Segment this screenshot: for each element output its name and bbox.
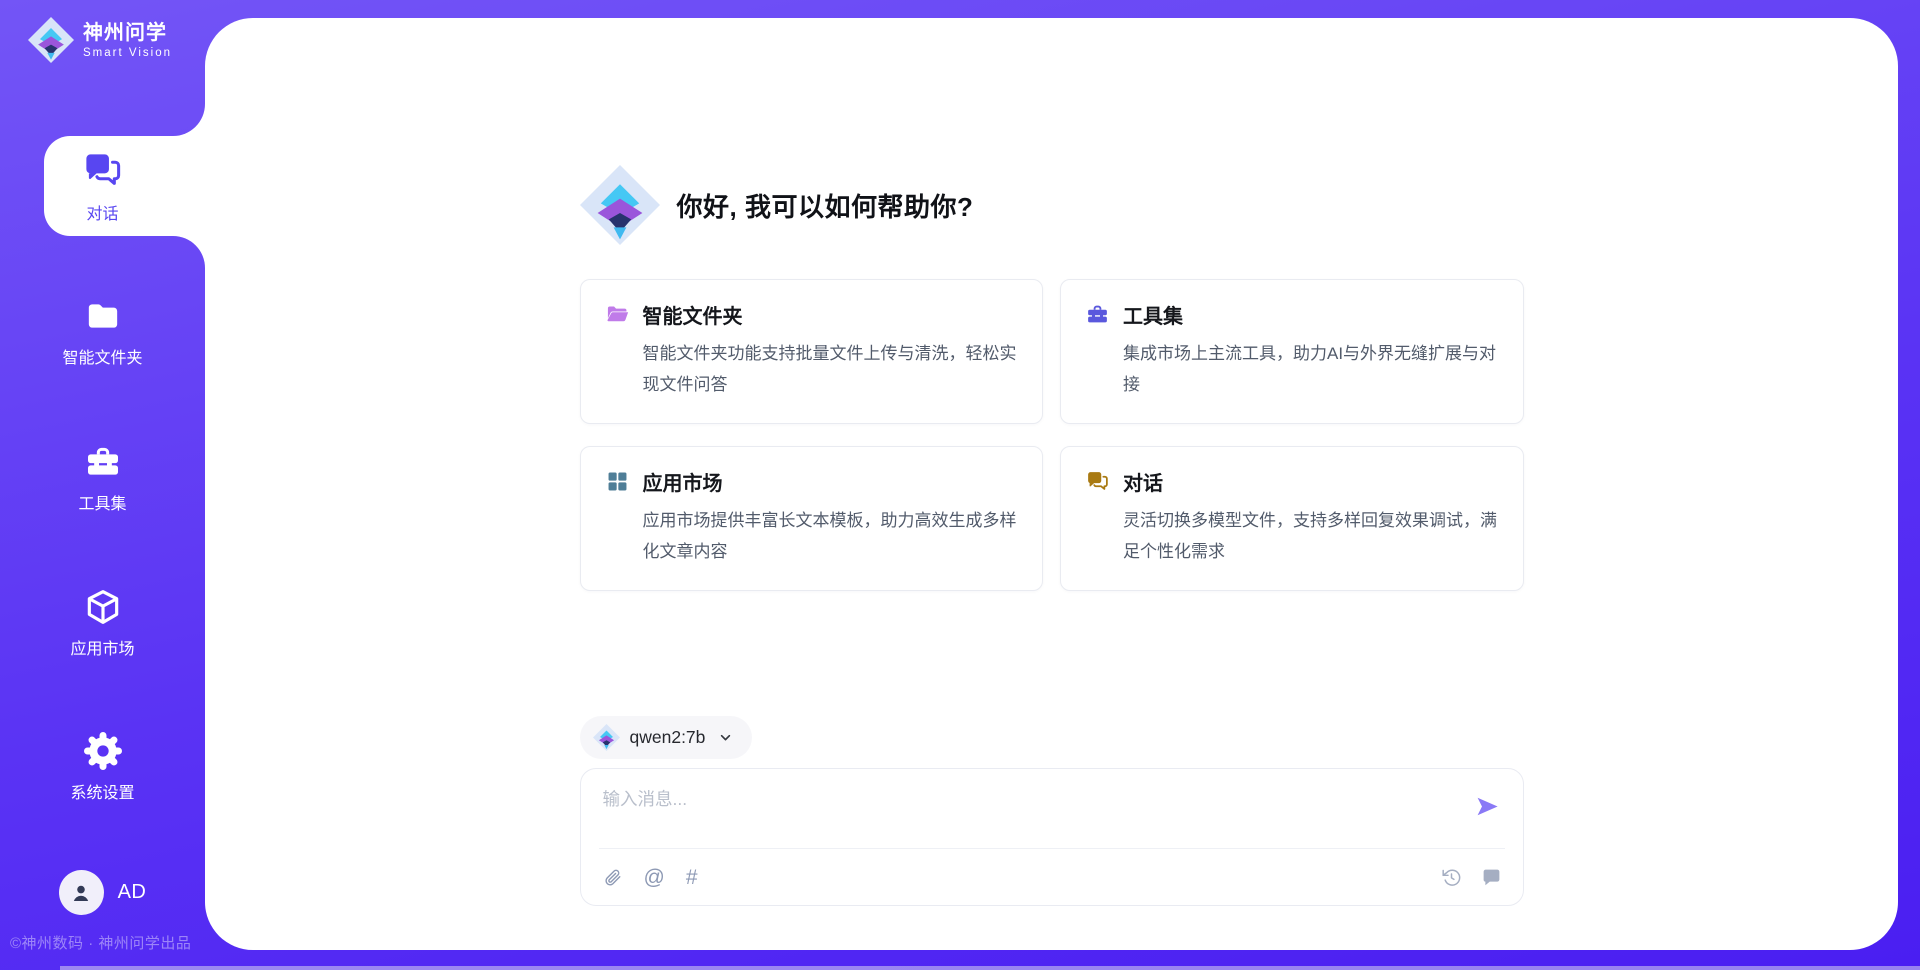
card-title: 智能文件夹: [643, 300, 743, 329]
card-toolset[interactable]: 工具集 集成市场上主流工具，助力AI与外界无缝扩展与对接: [1060, 279, 1524, 424]
card-app-market[interactable]: 应用市场 应用市场提供丰富长文本模板，助力高效生成多样化文章内容: [580, 446, 1044, 591]
card-chat[interactable]: 对话 灵活切换多模型文件，支持多样回复效果调试，满足个性化需求: [1060, 446, 1524, 591]
send-icon: [1474, 793, 1501, 820]
grid-icon: [605, 469, 630, 494]
model-selector[interactable]: qwen2:7b: [580, 716, 753, 759]
mention-icon[interactable]: @: [644, 867, 665, 888]
topic-icon[interactable]: #: [686, 867, 698, 888]
person-icon: [68, 880, 94, 906]
active-tab-background: [44, 136, 205, 236]
card-title: 工具集: [1123, 300, 1183, 329]
avatar: [59, 870, 104, 915]
brand-name: 神州问学: [83, 22, 172, 45]
sidebar-item-chat[interactable]: 对话: [0, 136, 205, 236]
cube-icon: [83, 587, 123, 627]
model-name: qwen2:7b: [630, 727, 706, 748]
sidebar-item-label: 应用市场: [70, 635, 134, 659]
history-icon[interactable]: [1441, 867, 1462, 888]
chevron-down-icon: [717, 729, 734, 746]
sidebar-item-smart-folder[interactable]: 智能文件夹: [0, 288, 205, 376]
card-description: 灵活切换多模型文件，支持多样回复效果调试，满足个性化需求: [1123, 505, 1499, 568]
chat-icon: [81, 149, 124, 192]
toolbox-icon: [1085, 302, 1110, 327]
feature-cards: 智能文件夹 智能文件夹功能支持批量文件上传与清洗，轻松实现文件问答 工具集 集成…: [580, 279, 1524, 591]
card-description: 集成市场上主流工具，助力AI与外界无缝扩展与对接: [1123, 338, 1499, 401]
brand: 神州问学 Smart Vision: [28, 16, 172, 64]
sidebar: 神州问学 Smart Vision 对话 智能文件夹 工具集 应用市场: [0, 0, 205, 970]
model-logo-icon: [593, 724, 620, 751]
tab-notch-top: [173, 104, 205, 136]
greeting: 你好, 我可以如何帮助你?: [580, 165, 974, 245]
card-smart-folder[interactable]: 智能文件夹 智能文件夹功能支持批量文件上传与清洗，轻松实现文件问答: [580, 279, 1044, 424]
toolbox-icon: [83, 442, 123, 482]
greeting-text: 你好, 我可以如何帮助你?: [677, 187, 974, 224]
sidebar-item-app-market[interactable]: 应用市场: [0, 579, 205, 667]
user-name: AD: [118, 881, 147, 904]
copyright-text: ©神州数码 · 神州问学出品: [10, 932, 191, 953]
sidebar-item-label: 智能文件夹: [62, 344, 142, 368]
user-account[interactable]: AD: [0, 870, 205, 915]
sidebar-item-label: 工具集: [78, 490, 126, 514]
bottom-scrollbar[interactable]: [60, 966, 1920, 970]
sidebar-item-label: 系统设置: [70, 779, 134, 803]
folder-open-icon: [605, 302, 630, 327]
composer: qwen2:7b @: [580, 716, 1524, 906]
attachment-icon[interactable]: [602, 867, 623, 888]
card-description: 应用市场提供丰富长文本模板，助力高效生成多样化文章内容: [643, 505, 1019, 568]
brand-subtitle: Smart Vision: [83, 47, 172, 59]
sidebar-item-settings[interactable]: 系统设置: [0, 723, 205, 811]
card-description: 智能文件夹功能支持批量文件上传与清洗，轻松实现文件问答: [643, 338, 1019, 401]
send-button[interactable]: [1474, 793, 1501, 820]
tab-notch-bottom: [173, 236, 205, 268]
message-input[interactable]: [581, 769, 1523, 848]
assistant-logo-icon: [580, 165, 660, 245]
sidebar-item-label: 对话: [86, 200, 118, 224]
main-panel: 你好, 我可以如何帮助你? 智能文件夹 智能文件夹功能支持批量文件上传与清洗，轻…: [205, 18, 1898, 950]
brand-logo-icon: [28, 16, 74, 64]
gear-icon: [83, 731, 123, 771]
sidebar-item-toolset[interactable]: 工具集: [0, 434, 205, 522]
message-input-box: @ #: [580, 768, 1524, 906]
feedback-bubble-icon[interactable]: [1481, 867, 1502, 888]
folder-icon: [83, 296, 123, 336]
card-title: 对话: [1123, 467, 1163, 496]
card-title: 应用市场: [643, 467, 723, 496]
chat-icon: [1085, 469, 1110, 494]
